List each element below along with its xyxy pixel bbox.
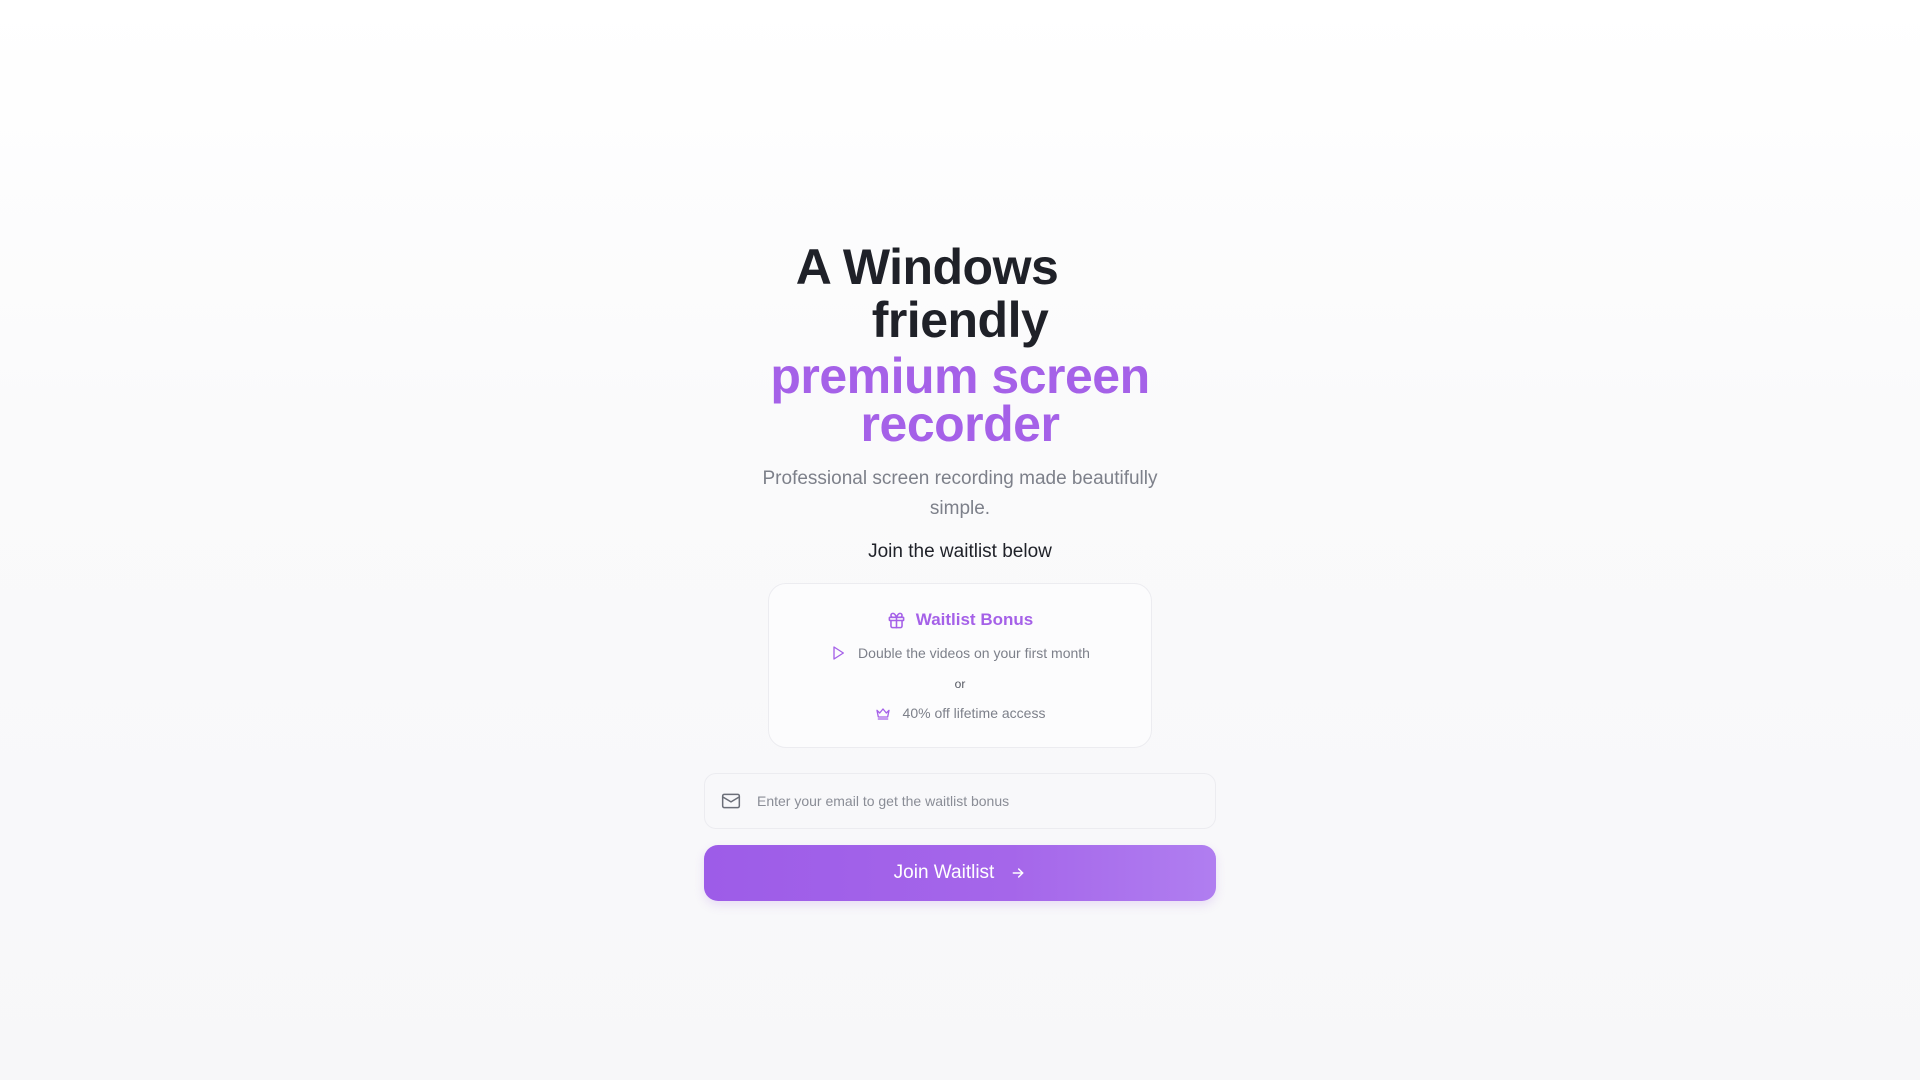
bonus-separator: or xyxy=(954,677,966,691)
subtitle-line-2: simple. xyxy=(929,498,991,519)
page-title-line-1: A Windows xyxy=(795,239,1059,295)
mail-icon xyxy=(721,791,741,811)
waitlist-bonus-card: Waitlist Bonus Double the videos on your… xyxy=(768,583,1152,748)
arrow-right-icon xyxy=(1010,865,1026,881)
email-input[interactable] xyxy=(755,792,1199,810)
join-waitlist-prompt: Join the waitlist below xyxy=(868,541,1052,562)
page-title-accent-line-1: premium screen xyxy=(770,348,1150,404)
subtitle-line-1: Professional screen recording made beaut… xyxy=(762,468,1158,489)
hero-section: A Windows friendly premium screen record… xyxy=(0,0,1920,1080)
join-waitlist-button-label: Join Waitlist xyxy=(893,862,995,883)
crown-icon xyxy=(875,705,891,721)
bonus-option-label: Double the videos on your first month xyxy=(858,645,1090,661)
bonus-option-lifetime-discount: 40% off lifetime access xyxy=(769,705,1151,721)
email-field[interactable] xyxy=(704,773,1216,829)
bonus-title: Waitlist Bonus xyxy=(915,610,1034,629)
page-title-line-2: friendly xyxy=(871,292,1049,348)
play-icon xyxy=(830,645,846,661)
bonus-option-double-videos: Double the videos on your first month xyxy=(769,645,1151,661)
bonus-header: Waitlist Bonus xyxy=(769,610,1151,630)
page-subtitle: Professional screen recording made beaut… xyxy=(740,464,1180,524)
gift-icon xyxy=(887,611,906,630)
bonus-option-label: 40% off lifetime access xyxy=(902,705,1046,721)
join-waitlist-button[interactable]: Join Waitlist xyxy=(704,845,1216,901)
page-title-accent-line-2: recorder xyxy=(860,396,1060,452)
